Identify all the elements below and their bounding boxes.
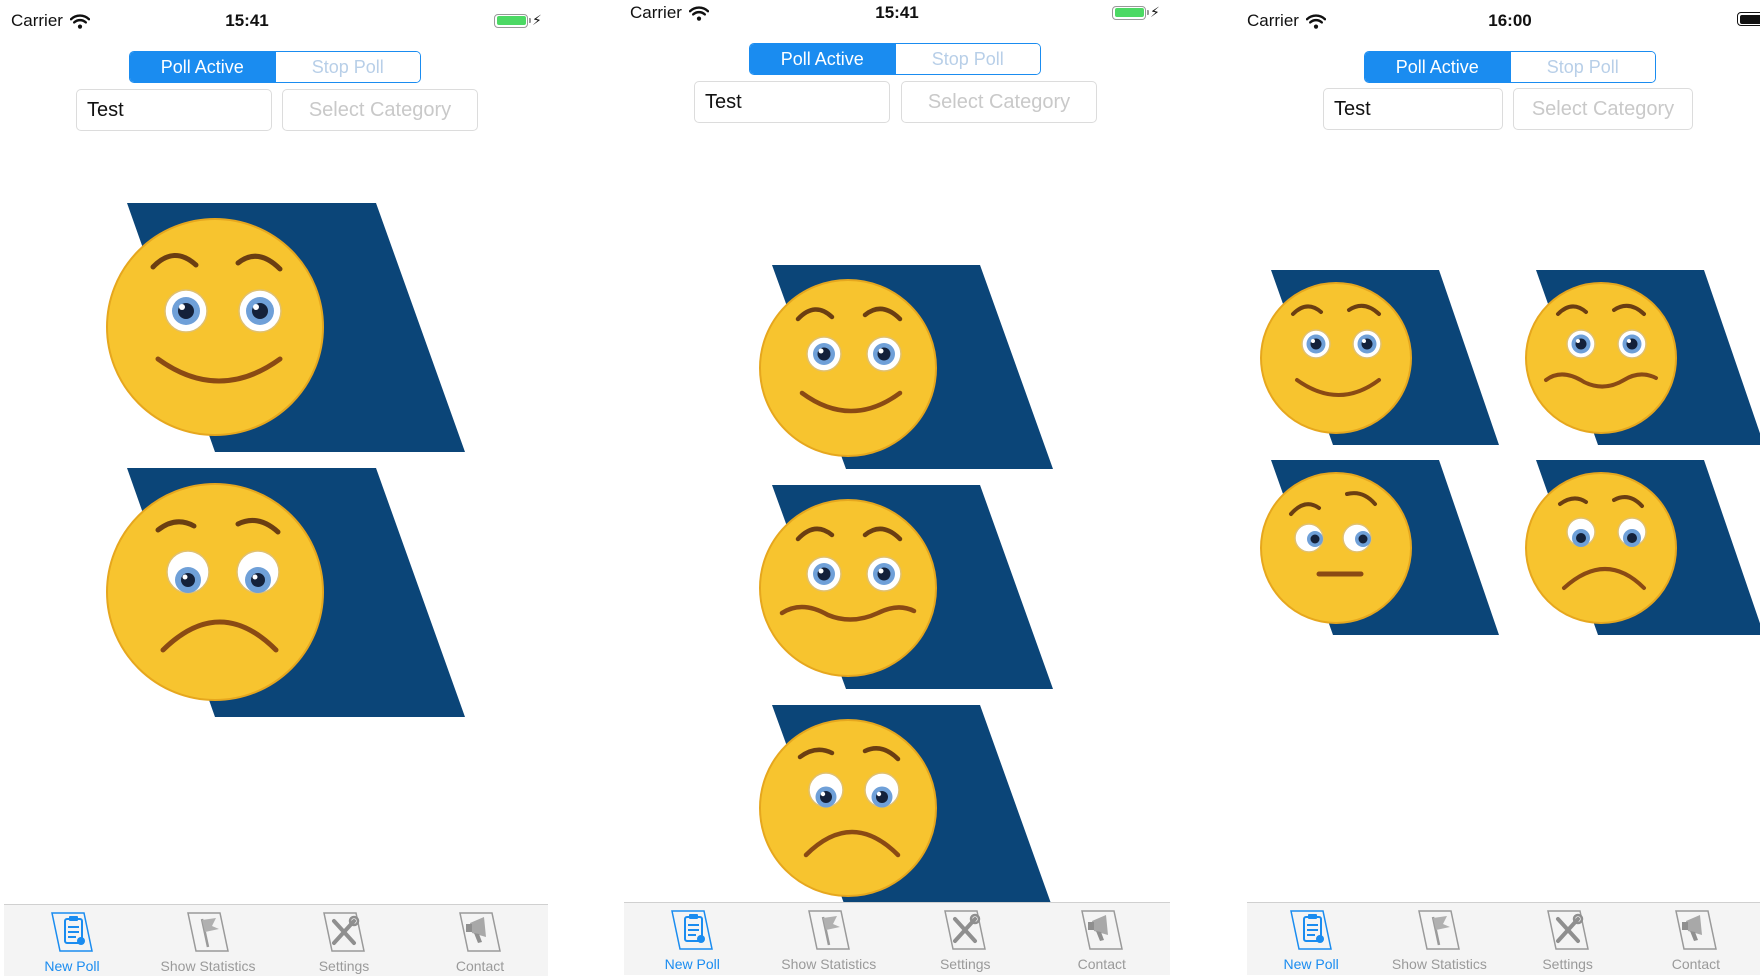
flag-icon bbox=[187, 912, 229, 952]
battery-indicator bbox=[1737, 12, 1760, 26]
poll-title-input[interactable]: Test bbox=[1323, 88, 1503, 130]
poll-active-segment[interactable]: Poll Active bbox=[750, 44, 895, 74]
vote-card-smile[interactable] bbox=[106, 203, 468, 453]
carrier-indicator: Carrier bbox=[1247, 11, 1326, 31]
tab-new-poll[interactable]: New Poll bbox=[624, 903, 761, 975]
tab-label-show-statistics: Show Statistics bbox=[781, 956, 877, 972]
select-category-field[interactable]: Select Category bbox=[1513, 88, 1693, 130]
poll-title-input[interactable]: Test bbox=[694, 81, 890, 123]
vote-card-sad[interactable] bbox=[1525, 460, 1760, 636]
tab-settings[interactable]: Settings bbox=[276, 905, 412, 976]
wifi-icon bbox=[69, 13, 90, 29]
carrier-indicator: Carrier bbox=[630, 3, 709, 23]
vote-card-smile[interactable] bbox=[759, 265, 1053, 470]
tab-label-contact: Contact bbox=[455, 958, 505, 974]
tab-label-settings: Settings bbox=[939, 956, 991, 972]
flag-icon bbox=[807, 910, 850, 950]
neutral-face-card-graphic bbox=[1260, 460, 1499, 635]
vote-card-sad[interactable] bbox=[759, 705, 1053, 909]
tools-icon bbox=[1546, 910, 1589, 950]
megaphone-icon bbox=[1080, 910, 1123, 950]
megaphone-icon bbox=[459, 912, 501, 952]
battery-icon bbox=[494, 13, 531, 28]
carrier-label: Carrier bbox=[11, 11, 63, 30]
battery-icon bbox=[1737, 12, 1760, 26]
tab-settings[interactable]: Settings bbox=[897, 903, 1034, 975]
wifi-icon bbox=[1305, 13, 1326, 29]
status-time: 15:41 bbox=[225, 11, 269, 30]
carrier-label: Carrier bbox=[630, 3, 682, 22]
sad-face-card-graphic bbox=[1525, 460, 1760, 635]
uneasy-face-card-graphic bbox=[759, 485, 1053, 689]
poll-status-segmented-control[interactable]: Poll Active Stop Poll bbox=[1364, 51, 1656, 83]
sad-face-card-graphic bbox=[106, 468, 465, 717]
tab-settings[interactable]: Settings bbox=[1504, 903, 1632, 975]
tab-label-contact: Contact bbox=[1077, 956, 1126, 972]
smile-face-card-graphic bbox=[1260, 270, 1499, 445]
tab-label-show-statistics: Show Statistics bbox=[1391, 956, 1487, 972]
tab-label-settings: Settings bbox=[1542, 956, 1593, 972]
tab-new-poll[interactable]: New Poll bbox=[4, 905, 140, 976]
vote-card-sad[interactable] bbox=[106, 468, 468, 718]
phone-screen-3: Carrier 16:00 Poll Active Stop Poll Test… bbox=[1247, 0, 1760, 976]
phone-screen-2: Carrier 15:41 ⚡ Poll Active Stop Poll Te… bbox=[624, 0, 1170, 976]
tab-contact[interactable]: Contact bbox=[1632, 903, 1760, 975]
status-bar: Carrier 16:00 bbox=[1247, 8, 1760, 32]
smile-face-card-graphic bbox=[759, 265, 1053, 469]
smile-face-card-graphic bbox=[106, 203, 465, 452]
tab-label-new-poll: New Poll bbox=[44, 958, 100, 974]
poll-status-segmented-control[interactable]: Poll Active Stop Poll bbox=[129, 51, 421, 83]
uneasy-face-card-graphic bbox=[1525, 270, 1760, 445]
tab-label-new-poll: New Poll bbox=[1283, 956, 1339, 972]
megaphone-icon bbox=[1674, 910, 1717, 950]
battery-indicator: ⚡ bbox=[1112, 4, 1160, 21]
poll-title-input[interactable]: Test bbox=[76, 89, 272, 131]
clipboard-icon bbox=[51, 912, 93, 952]
carrier-label: Carrier bbox=[1247, 11, 1299, 30]
charging-bolt-icon: ⚡ bbox=[532, 12, 542, 28]
tab-show-statistics[interactable]: Show Statistics bbox=[761, 903, 898, 975]
status-bar: Carrier 15:41 ⚡ bbox=[4, 8, 548, 32]
tab-label-contact: Contact bbox=[1671, 956, 1720, 972]
clipboard-icon bbox=[1290, 910, 1333, 950]
phone-screen-1: Carrier 15:41 ⚡ Poll Active Stop Poll Te… bbox=[4, 0, 548, 976]
vote-card-neutral[interactable] bbox=[1260, 460, 1511, 636]
stop-poll-segment[interactable]: Stop Poll bbox=[274, 52, 420, 82]
vote-card-uneasy[interactable] bbox=[1525, 270, 1760, 446]
flag-icon bbox=[1418, 910, 1461, 950]
status-time: 15:41 bbox=[875, 3, 919, 22]
tools-icon bbox=[323, 912, 365, 952]
tab-new-poll[interactable]: New Poll bbox=[1247, 903, 1375, 975]
stop-poll-segment[interactable]: Stop Poll bbox=[894, 44, 1040, 74]
charging-bolt-icon: ⚡ bbox=[1150, 4, 1160, 20]
tools-icon bbox=[944, 910, 987, 950]
tab-bar: New Poll Show Statistics Settings Contac… bbox=[1247, 902, 1760, 975]
vote-card-smile[interactable] bbox=[1260, 270, 1511, 446]
battery-icon bbox=[1112, 5, 1149, 20]
poll-active-segment[interactable]: Poll Active bbox=[1365, 52, 1510, 82]
wifi-icon bbox=[688, 5, 709, 21]
tab-bar: New Poll Show Statistics Settings Contac… bbox=[4, 904, 548, 976]
select-category-field[interactable]: Select Category bbox=[282, 89, 478, 131]
poll-active-segment[interactable]: Poll Active bbox=[130, 52, 275, 82]
tab-label-show-statistics: Show Statistics bbox=[160, 958, 256, 974]
stop-poll-segment[interactable]: Stop Poll bbox=[1509, 52, 1655, 82]
vote-card-uneasy[interactable] bbox=[759, 485, 1053, 690]
tab-contact[interactable]: Contact bbox=[412, 905, 548, 976]
tab-label-settings: Settings bbox=[318, 958, 370, 974]
tab-show-statistics[interactable]: Show Statistics bbox=[140, 905, 276, 976]
battery-indicator: ⚡ bbox=[494, 12, 542, 29]
poll-status-segmented-control[interactable]: Poll Active Stop Poll bbox=[749, 43, 1041, 75]
status-bar: Carrier 15:41 ⚡ bbox=[624, 0, 1170, 24]
status-time: 16:00 bbox=[1488, 11, 1532, 30]
sad-face-card-graphic bbox=[759, 705, 1053, 909]
select-category-field[interactable]: Select Category bbox=[901, 81, 1097, 123]
tab-contact[interactable]: Contact bbox=[1034, 903, 1171, 975]
tab-show-statistics[interactable]: Show Statistics bbox=[1375, 903, 1503, 975]
clipboard-icon bbox=[671, 910, 714, 950]
tab-label-new-poll: New Poll bbox=[664, 956, 720, 972]
tab-bar: New Poll Show Statistics Settings Contac… bbox=[624, 902, 1170, 975]
carrier-indicator: Carrier bbox=[11, 11, 90, 31]
